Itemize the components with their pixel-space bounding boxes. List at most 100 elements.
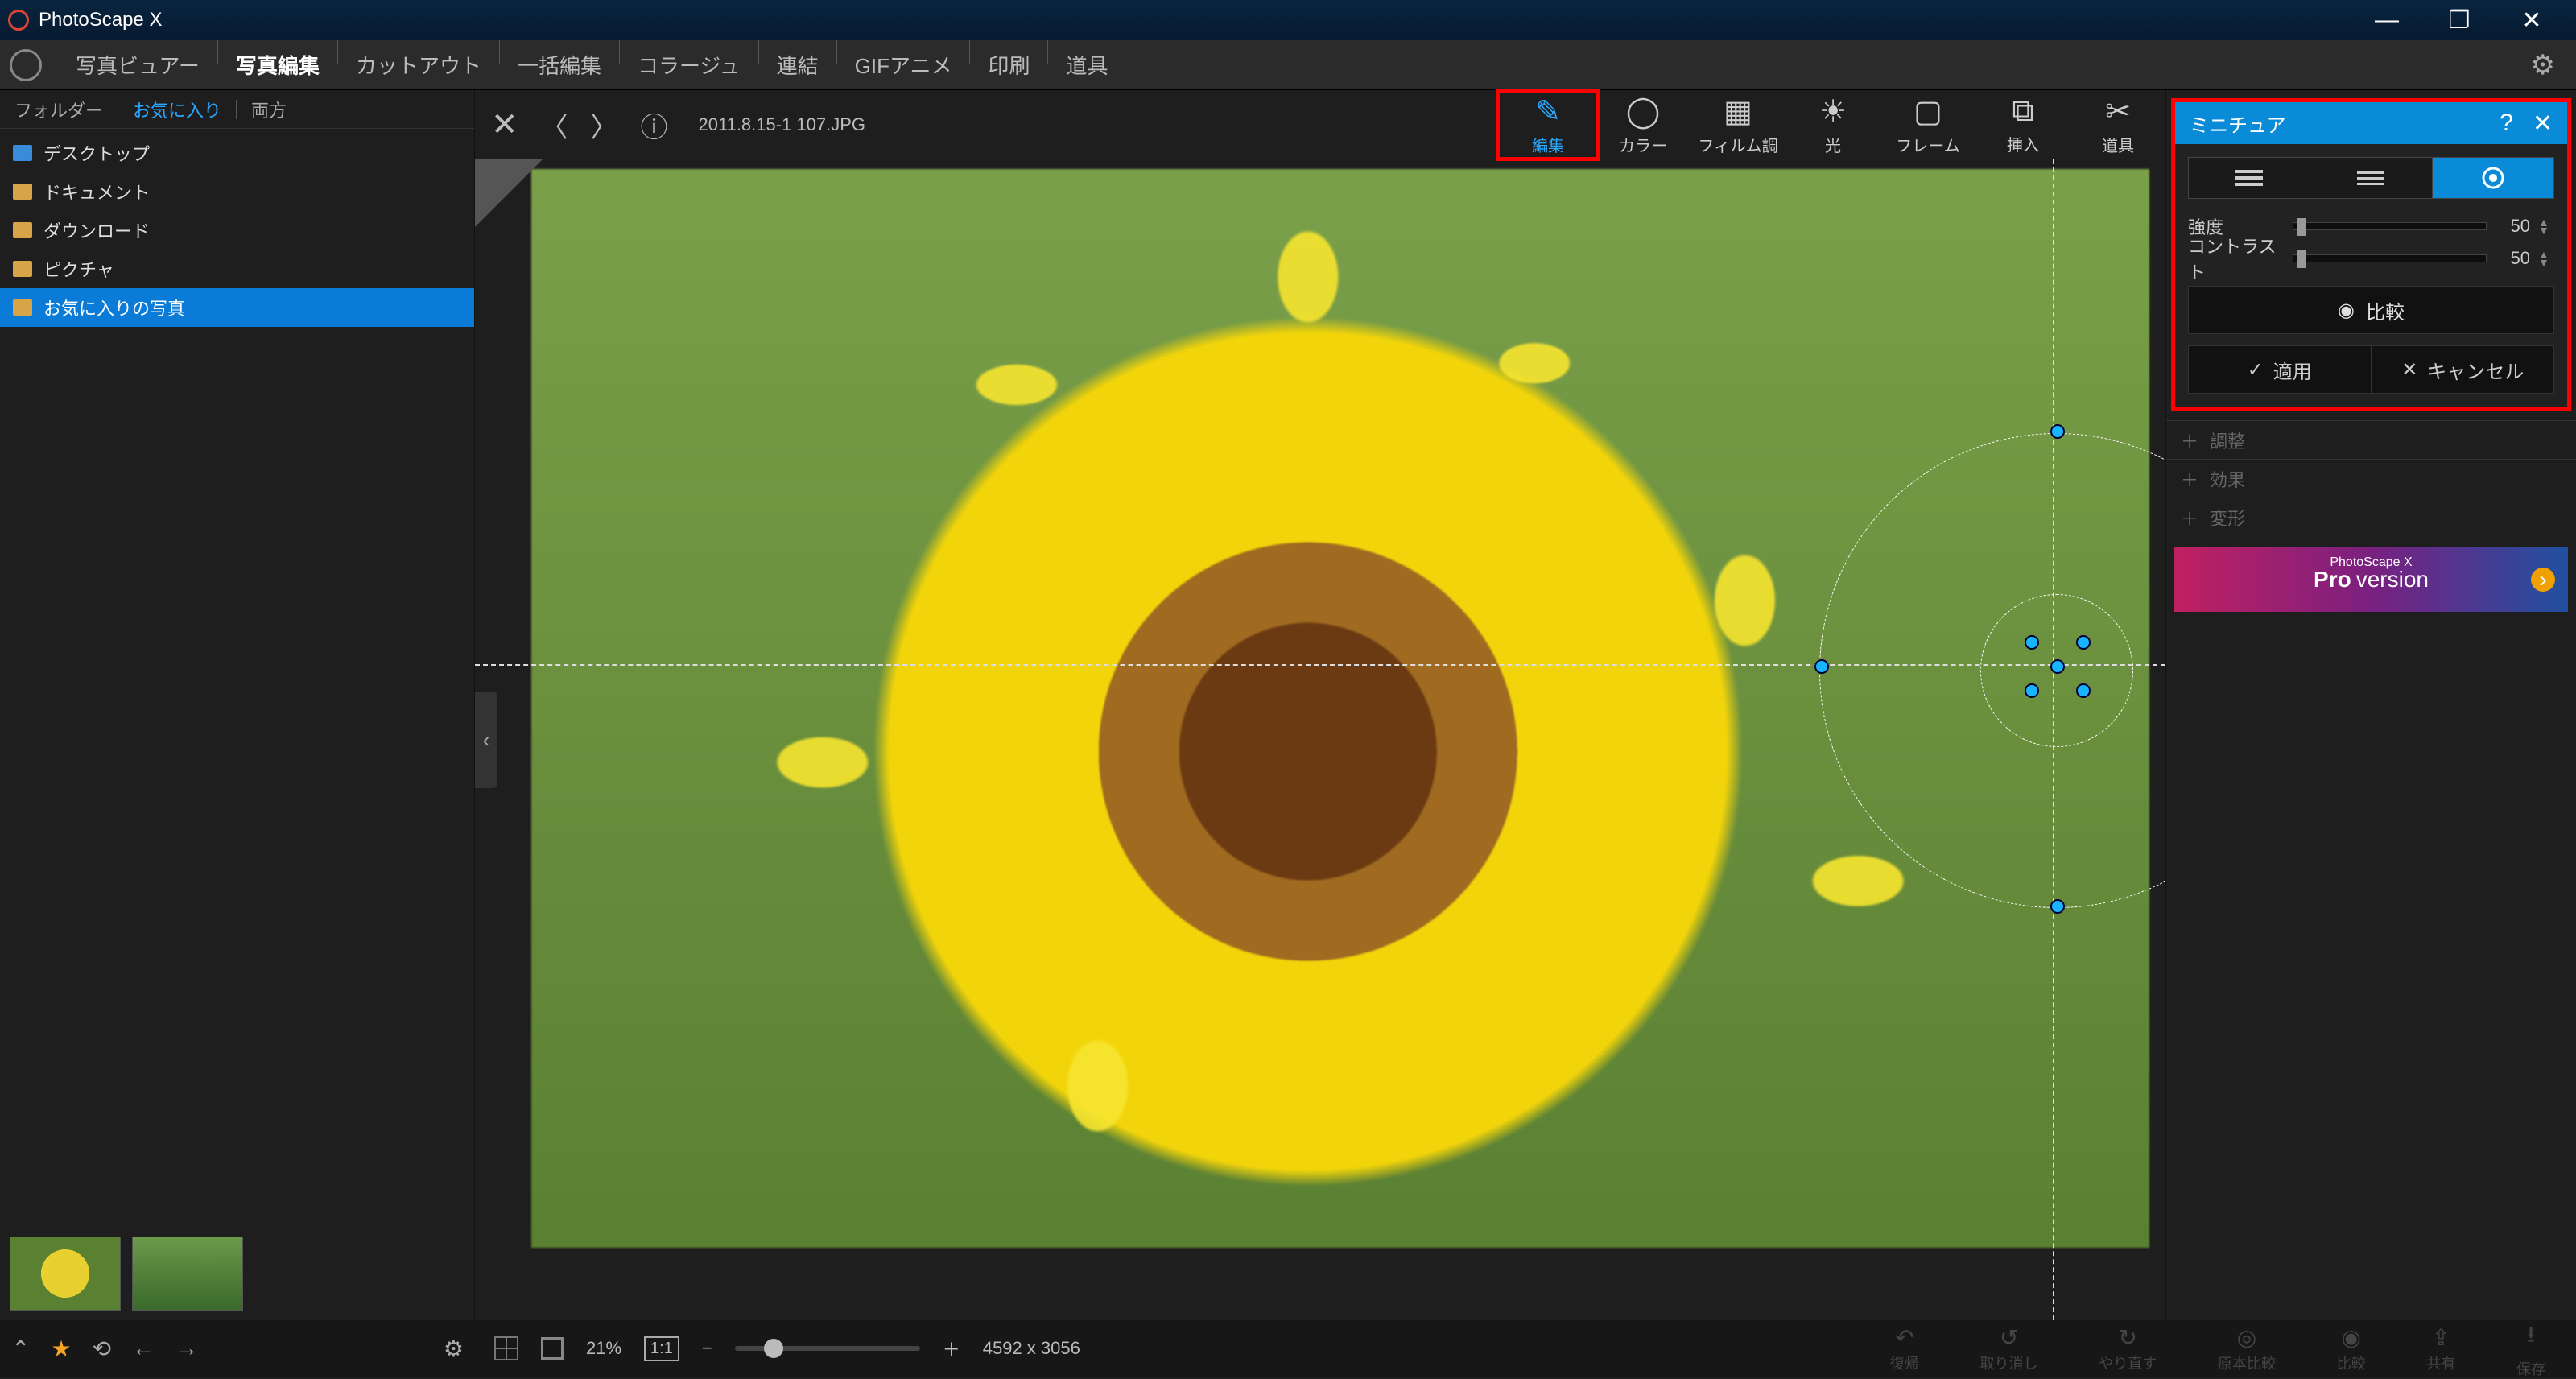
window-minimize-button[interactable]: — [2351,0,2423,40]
folder-node[interactable]: ドキュメント [0,172,474,211]
apply-button[interactable]: ✓適用 [2188,345,2372,394]
help-icon[interactable]: ? [2500,109,2513,138]
status-action[interactable]: ↻やり直す [2099,1324,2157,1373]
folder-node[interactable]: デスクトップ [0,134,474,172]
status-action[interactable]: ↺取り消し [1980,1324,2038,1373]
folder-label: デスクトップ [43,140,150,166]
zoom-11-button[interactable]: 1:1 [644,1336,679,1361]
mode-radial[interactable] [2433,158,2553,198]
edit-tool-フィルム調[interactable]: ▦フィルム調 [1690,93,1785,156]
slider-track[interactable] [2293,254,2487,262]
image-stage[interactable]: PRO Version ‹ [475,159,2165,1320]
home-icon[interactable] [10,49,42,81]
expand-up-icon[interactable]: ⌃ [11,1336,30,1362]
window-close-button[interactable]: ✕ [2496,0,2568,40]
next-image-button[interactable]: 〉 [591,105,618,145]
folder-node[interactable]: ダウンロード [0,211,474,250]
zoom-out-button[interactable]: − [702,1338,712,1359]
edit-tool-道具[interactable]: ✂道具 [2070,93,2165,156]
zoom-in-button[interactable]: ＋ [943,1336,960,1361]
status-action[interactable]: ↶復帰 [1890,1324,1919,1373]
folder-node[interactable]: ピクチャ [0,250,474,288]
status-label: 保存 [2516,1358,2545,1379]
thumbnail-strip [0,1227,474,1320]
nav-back-icon[interactable]: ← [132,1336,155,1361]
handle-bottom[interactable] [2050,899,2065,914]
edit-tool-挿入[interactable]: ⧉挿入 [1975,93,2070,156]
grid-toggle-icon[interactable] [494,1336,518,1360]
tool-label: 編集 [1532,133,1564,156]
slider-spinner[interactable]: ▲▼ [2538,250,2554,266]
handle-center-nw[interactable] [2025,635,2039,650]
zoom-value: 21% [586,1338,621,1359]
status-label: やり直す [2099,1352,2157,1373]
status-action[interactable]: ⭳保存 [2516,1318,2545,1379]
mode-linear[interactable] [2189,158,2310,198]
background-toggle-icon[interactable] [541,1337,564,1360]
main-tab-bar: 写真ビュアー写真編集カットアウト一括編集コラージュ連結GIFアニメ印刷道具 ⚙ [0,40,2576,90]
settings-gear-icon[interactable]: ⚙ [2520,49,2566,81]
sidebar-settings-icon[interactable]: ⚙ [444,1336,464,1362]
close-image-button[interactable]: ✕ [491,106,518,143]
thumbnail[interactable] [10,1237,121,1311]
sidebar-tab[interactable]: 両方 [237,97,301,122]
app-title: PhotoScape X [39,9,162,31]
slider-track[interactable] [2293,222,2487,230]
slider-label: コントラスト [2188,233,2285,284]
edit-tool-編集[interactable]: ✎編集 [1501,93,1596,156]
mode-horizontal[interactable] [2310,158,2432,198]
main-tab[interactable]: GIFアニメ [837,40,970,90]
main-tab[interactable]: 道具 [1048,40,1125,90]
zoom-slider[interactable] [735,1346,920,1351]
edit-tool-カラー[interactable]: ◯カラー [1596,93,1690,156]
main-tab[interactable]: コラージュ [620,40,758,90]
nav-forward-icon[interactable]: → [175,1336,198,1361]
status-label: 取り消し [1980,1352,2038,1373]
tool-icon: ✂ [2105,93,2131,130]
main-tab[interactable]: カットアウト [338,40,499,90]
sidebar-tab[interactable]: フォルダー [0,97,118,122]
accordion-item[interactable]: ＋変形 [2166,498,2576,536]
slider-spinner[interactable]: ▲▼ [2538,218,2554,234]
status-label: 比較 [2337,1352,2366,1373]
handle-center-sw[interactable] [2025,683,2039,698]
status-action[interactable]: ◉比較 [2337,1324,2366,1373]
status-action[interactable]: ⇪共有 [2426,1324,2455,1373]
plus-icon: ＋ [2181,505,2198,531]
refresh-icon[interactable]: ⟲ [93,1336,111,1362]
edit-tool-フレーム[interactable]: ▢ フレーム [1880,93,1975,156]
main-tab[interactable]: 一括編集 [500,40,619,90]
handle-center-se[interactable] [2076,683,2091,698]
compare-button[interactable]: ◉ 比較 [2188,286,2554,334]
main-tab[interactable]: 連結 [759,40,836,90]
status-action[interactable]: ◎原本比較 [2218,1324,2276,1373]
main-tab[interactable]: 写真ビュアー [58,40,217,90]
accordion-item[interactable]: ＋効果 [2166,459,2576,498]
accordion-item[interactable]: ＋調整 [2166,420,2576,459]
filename-label: 2011.8.15-1 107.JPG [699,114,866,135]
slider-value: 50 [2495,216,2530,237]
handle-center[interactable] [2050,659,2065,674]
folder-node[interactable]: お気に入りの写真 [0,288,474,327]
folder-label: ダウンロード [43,217,150,243]
tool-icon: ▢ [1913,93,1942,130]
main-tab[interactable]: 印刷 [970,40,1047,90]
favorite-star-icon[interactable]: ★ [51,1336,71,1362]
panel-close-icon[interactable]: ✕ [2533,109,2553,138]
pro-version-promo[interactable]: PhotoScape X Proversion › [2174,547,2568,612]
panel-title: ミニチュア [2190,109,2286,138]
cancel-button[interactable]: ✕キャンセル [2372,345,2555,394]
handle-left-inner[interactable] [1814,659,1829,674]
sidebar-tab[interactable]: お気に入り [118,97,236,122]
thumbnail[interactable] [132,1237,243,1311]
window-maximize-button[interactable]: ❐ [2423,0,2496,40]
tool-label: フレーム [1896,133,1959,156]
handle-top[interactable] [2050,424,2065,439]
info-button[interactable]: ⓘ [641,105,668,145]
main-tab[interactable]: 写真編集 [218,40,337,90]
edit-tool-光[interactable]: ☀光 [1785,93,1880,156]
prev-image-button[interactable]: 〈 [541,105,568,145]
folder-icon [13,184,32,200]
handle-center-ne[interactable] [2076,635,2091,650]
collapse-sidebar-button[interactable]: ‹ [475,692,497,788]
